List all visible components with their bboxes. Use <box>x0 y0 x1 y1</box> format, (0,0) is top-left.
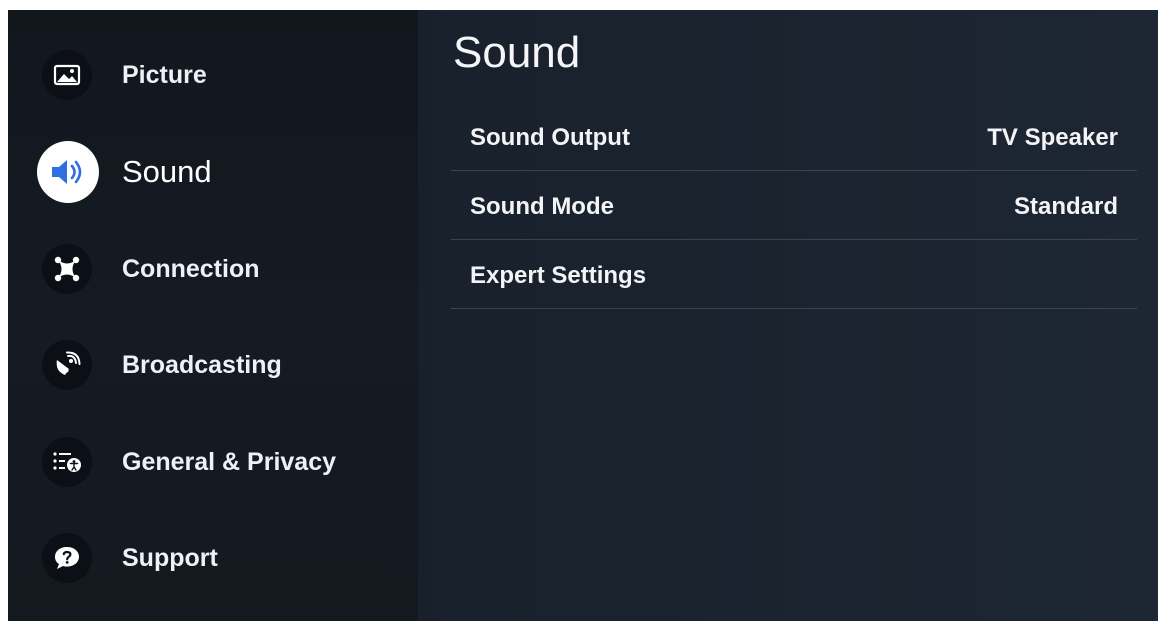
sound-output-row[interactable]: Sound Output TV Speaker <box>451 102 1137 171</box>
setting-value: Standard <box>1013 193 1118 220</box>
sidebar-item-connection[interactable]: Connection <box>8 224 418 314</box>
sidebar-item-label: Support <box>122 543 218 572</box>
sidebar-item-label: Broadcasting <box>122 350 282 379</box>
sidebar-item-label: Sound <box>122 154 212 189</box>
sidebar-item-label: Picture <box>122 60 207 89</box>
picture-icon <box>42 50 92 100</box>
sidebar-item-label: Connection <box>122 254 260 283</box>
sidebar-item-broadcasting[interactable]: Broadcasting <box>8 320 418 410</box>
page-title: Sound <box>453 28 581 77</box>
settings-list: Sound Output TV Speaker Sound Mode Stand… <box>451 102 1137 309</box>
support-icon <box>42 533 92 583</box>
sound-mode-row[interactable]: Sound Mode Standard <box>451 171 1137 240</box>
setting-label: Expert Settings <box>470 262 647 289</box>
setting-label: Sound Output <box>470 124 630 151</box>
sidebar-item-picture[interactable]: Picture <box>8 30 418 120</box>
setting-value: TV Speaker <box>987 124 1118 151</box>
satellite-icon <box>42 340 92 390</box>
sidebar-item-support[interactable]: Support <box>8 513 418 603</box>
tv-settings-screen: Picture Sound Connection Broadcasting Ge… <box>8 10 1158 621</box>
expert-settings-row[interactable]: Expert Settings <box>451 240 1137 309</box>
setting-label: Sound Mode <box>470 193 614 220</box>
settings-sidebar: Picture Sound Connection Broadcasting Ge… <box>8 10 418 621</box>
sidebar-item-general-privacy[interactable]: General & Privacy <box>8 417 418 507</box>
general-privacy-icon <box>42 437 92 487</box>
sidebar-item-sound[interactable]: Sound <box>8 127 418 217</box>
sidebar-item-label: General & Privacy <box>122 447 337 476</box>
connection-icon <box>42 244 92 294</box>
speaker-icon <box>37 141 99 203</box>
